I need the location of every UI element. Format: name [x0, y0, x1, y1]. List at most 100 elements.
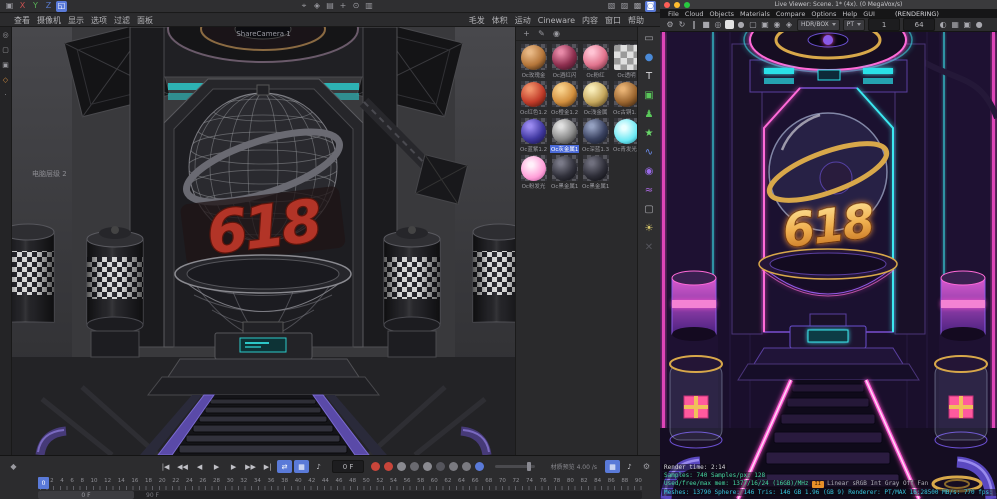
material-swatch[interactable]: Oc蓝紫1.2: [519, 118, 548, 153]
region-render-icon[interactable]: ▢: [748, 20, 758, 30]
timeline-grid-toggle[interactable]: ▦: [605, 460, 620, 473]
preview-range-bar[interactable]: 0 F 90 F: [38, 491, 642, 499]
viewport-menu-item[interactable]: 显示: [68, 15, 84, 26]
next-frame-button[interactable]: ▶: [226, 460, 241, 473]
menu-item[interactable]: Compare: [776, 10, 806, 18]
auto-keying-toggle[interactable]: [475, 462, 484, 471]
samples-field[interactable]: 64: [903, 18, 935, 31]
timeline-sound-toggle[interactable]: ♪: [622, 460, 637, 473]
material-create-icon[interactable]: +: [521, 28, 532, 39]
spline-icon[interactable]: ∿: [642, 146, 656, 160]
viewport-menu-item[interactable]: 查看: [14, 15, 30, 26]
material-swatch[interactable]: Oc红色1.2: [519, 81, 548, 116]
material-swatch[interactable]: Oc粉发光: [519, 155, 548, 190]
menu-item[interactable]: 帮助: [628, 15, 644, 26]
previous-frame-button[interactable]: ◀: [192, 460, 207, 473]
playhead[interactable]: 0: [38, 477, 49, 489]
material-swatch[interactable]: Oc黑金属1.7: [581, 155, 610, 190]
viewport-menu-item[interactable]: 面板: [137, 15, 153, 26]
sphere-primitive-icon[interactable]: ●: [642, 51, 656, 65]
camera-icon[interactable]: ▢: [642, 203, 656, 217]
material-swatch[interactable]: Oc灰金属1: [550, 118, 579, 153]
light-icon[interactable]: ☀: [642, 222, 656, 236]
render-mode-dropdown[interactable]: HDR/BOX: [797, 19, 840, 31]
slider-knob[interactable]: [527, 462, 531, 471]
character-icon[interactable]: ♟: [642, 108, 656, 122]
material-swatch[interactable]: Oc玫瑰金: [519, 44, 548, 79]
keyframe-icon[interactable]: ◆: [8, 461, 19, 472]
delete-icon[interactable]: ✕: [642, 241, 656, 255]
menu-item[interactable]: Objects: [709, 10, 734, 18]
render-view-icon[interactable]: ▧: [606, 1, 617, 12]
fullscreen-icon[interactable]: ●: [974, 20, 984, 30]
go-to-end-button[interactable]: ▶|: [260, 460, 275, 473]
field-icon[interactable]: ≈: [642, 184, 656, 198]
frame-ruler[interactable]: 0246810121416182022242628303234363840424…: [40, 477, 642, 490]
timeline-settings-icon[interactable]: ⚙: [641, 461, 652, 472]
workplane-mode-icon[interactable]: ▤: [325, 1, 336, 12]
keyframe-bar-toggle[interactable]: ▦: [294, 460, 309, 473]
settings-icon[interactable]: ⚙: [665, 20, 675, 30]
go-to-start-button[interactable]: |◀: [158, 460, 173, 473]
material-edit-icon[interactable]: ✎: [536, 28, 547, 39]
record-rotation-toggle[interactable]: [423, 462, 432, 471]
kernel-dropdown[interactable]: PT: [843, 19, 865, 31]
menu-item[interactable]: Cloud: [685, 10, 704, 18]
material-swatch[interactable]: Oc酒红闪: [550, 44, 579, 79]
coord-system-toggle[interactable]: ◱: [56, 1, 67, 12]
sound-toggle[interactable]: ♪: [311, 460, 326, 473]
range-start-handle[interactable]: 0 F: [38, 491, 134, 499]
menu-item[interactable]: File: [668, 10, 679, 18]
record-parameter-toggle[interactable]: [436, 462, 445, 471]
clay-mode-icon[interactable]: ●: [736, 20, 746, 30]
material-swatch[interactable]: Oc橙金1.2: [550, 81, 579, 116]
menu-item[interactable]: 内容: [582, 15, 598, 26]
magnet-icon[interactable]: ⊙: [351, 1, 362, 12]
material-pick-icon[interactable]: ◉: [551, 28, 562, 39]
record-pla-toggle[interactable]: [449, 462, 458, 471]
axis-x-toggle[interactable]: X: [17, 1, 28, 12]
motext-icon[interactable]: T: [642, 70, 656, 84]
minimize-window-button[interactable]: [674, 2, 680, 8]
pause-badge[interactable]: II: [812, 481, 825, 488]
mograph-icon[interactable]: ◉: [642, 165, 656, 179]
menu-item[interactable]: 毛发: [469, 15, 485, 26]
loop-mode-toggle[interactable]: ⇄: [277, 460, 292, 473]
octane-dialog-icon[interactable]: ◙: [645, 1, 656, 12]
object-mode-icon[interactable]: ▣: [1, 61, 10, 70]
mirror-icon[interactable]: ▥: [364, 1, 375, 12]
menu-item[interactable]: Help: [842, 10, 857, 18]
axis-y-toggle[interactable]: Y: [30, 1, 41, 12]
viewport-menu-item[interactable]: 摄像机: [37, 15, 61, 26]
menu-item[interactable]: 运动: [515, 15, 531, 26]
material-swatch[interactable]: Oc浅金属: [581, 81, 610, 116]
material-swatch[interactable]: Oc黑金属1: [550, 155, 579, 190]
snapshot-icon[interactable]: ▣: [962, 20, 972, 30]
pause-render-icon[interactable]: ‖: [689, 20, 699, 30]
record-scale-toggle[interactable]: [410, 462, 419, 471]
workplane-icon[interactable]: ▣: [4, 1, 15, 12]
compare-ab-icon[interactable]: ◐: [938, 20, 948, 30]
camera-picker-icon[interactable]: ◉: [772, 20, 782, 30]
points-mode-icon[interactable]: ·: [1, 91, 10, 100]
render-picture-viewer-icon[interactable]: ▨: [619, 1, 630, 12]
model-mode-icon[interactable]: ▢: [1, 46, 10, 55]
lock-resolution-icon[interactable]: [725, 20, 734, 29]
play-forward-button[interactable]: ▶: [209, 460, 224, 473]
quantize-icon[interactable]: ◈: [312, 1, 323, 12]
render-settings-icon[interactable]: ▩: [632, 1, 643, 12]
menu-item[interactable]: Materials: [740, 10, 770, 18]
material-picker-icon[interactable]: ◈: [784, 20, 794, 30]
material-swatch[interactable]: Oc深蓝1.3: [581, 118, 610, 153]
render-view[interactable]: 618: [660, 32, 997, 499]
menu-item[interactable]: 体积: [492, 15, 508, 26]
deformer-icon[interactable]: ★: [642, 127, 656, 141]
record-position-toggle[interactable]: [397, 462, 406, 471]
snap-icon[interactable]: ⌖: [299, 1, 310, 12]
menu-item[interactable]: Options: [811, 10, 836, 18]
previous-key-button[interactable]: ◀◀: [175, 460, 190, 473]
focus-picker-icon[interactable]: ◎: [713, 20, 723, 30]
close-window-button[interactable]: [664, 2, 670, 8]
live-selection-icon[interactable]: ▭: [642, 32, 656, 46]
playback-speed-slider[interactable]: [495, 465, 535, 468]
